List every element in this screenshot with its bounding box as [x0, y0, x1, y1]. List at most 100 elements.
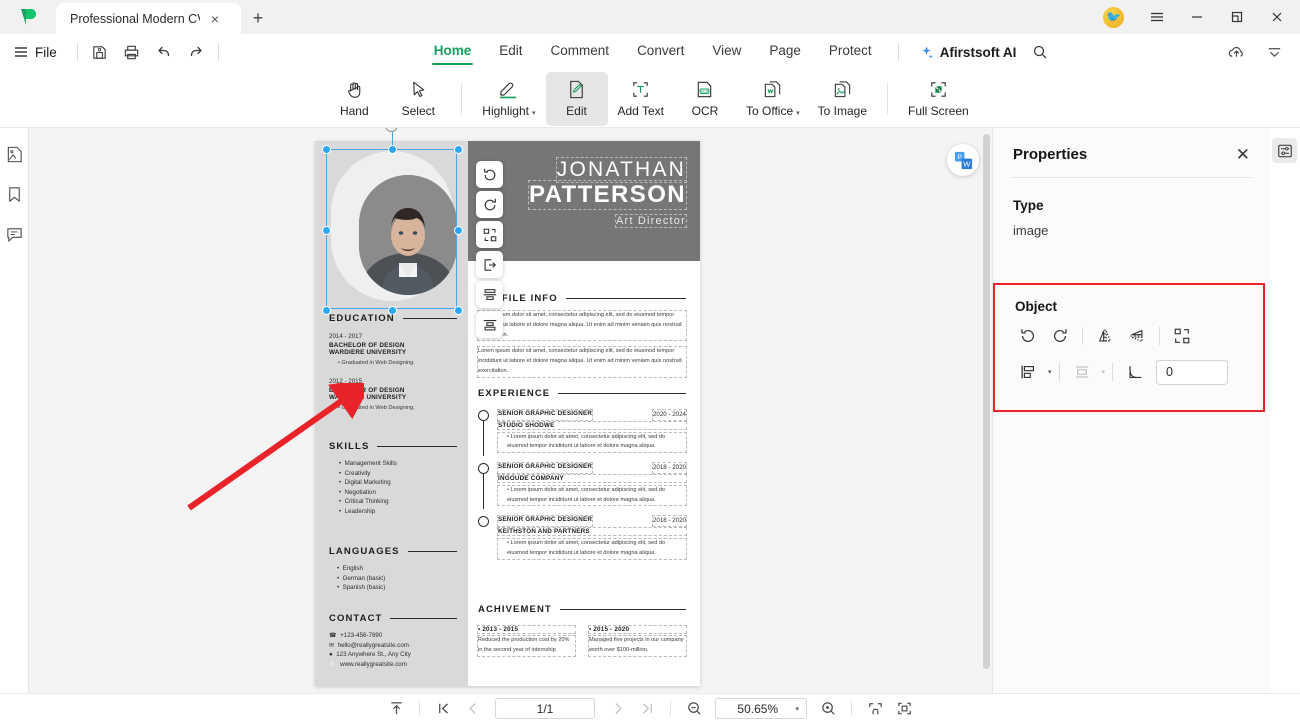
- resize-handle-w[interactable]: [322, 226, 331, 235]
- education-degree[interactable]: BACHELOR OF DESIGN: [329, 387, 457, 394]
- achievement-years[interactable]: • 2013 - 2015: [477, 625, 576, 634]
- close-icon[interactable]: ×: [206, 10, 224, 28]
- zoom-level-select[interactable]: 50.65% ▾: [715, 698, 807, 719]
- minimize-icon[interactable]: [1178, 2, 1216, 32]
- avatar[interactable]: 🐦: [1103, 6, 1124, 28]
- document-tab[interactable]: Professional Modern CV... ×: [56, 3, 241, 34]
- experience-years[interactable]: 2020 - 2024: [651, 409, 688, 421]
- convert-to-word-badge[interactable]: P W: [947, 144, 979, 176]
- prev-page-icon[interactable]: [459, 697, 485, 721]
- education-degree[interactable]: BACHELOR OF DESIGN: [329, 342, 457, 349]
- document-canvas[interactable]: JONATHAN PATTERSON Art Director EDUCATIO…: [29, 128, 992, 693]
- contact-website[interactable]: ⚪ www.reallygreatsite.com: [329, 660, 457, 670]
- chevron-down-icon[interactable]: ▾: [795, 705, 799, 713]
- zoom-in-icon[interactable]: [815, 697, 841, 721]
- next-page-icon[interactable]: [605, 697, 631, 721]
- cv-education-title[interactable]: EDUCATION: [329, 313, 395, 324]
- resize-handle-n[interactable]: [388, 145, 397, 154]
- flip-vertical-icon[interactable]: [1122, 322, 1152, 350]
- list-item[interactable]: • Leadership: [339, 507, 457, 517]
- fit-page-icon[interactable]: [891, 697, 917, 721]
- experience-role[interactable]: SENIOR GRAPHIC DESIGNER: [496, 409, 594, 421]
- rotate-left-icon[interactable]: [476, 161, 503, 188]
- undo-icon[interactable]: [148, 37, 180, 67]
- chevron-down-icon[interactable]: ▾: [796, 110, 800, 117]
- rotate-right-icon[interactable]: [476, 191, 503, 218]
- cv-skills-title[interactable]: SKILLS: [329, 441, 369, 452]
- achievement-text[interactable]: Reduced the production cost by 20% in th…: [477, 635, 576, 657]
- properties-panel-toggle[interactable]: [1272, 138, 1297, 163]
- rotate-right-icon[interactable]: [1045, 322, 1075, 350]
- contact-email[interactable]: ✉ hello@reallygreatsite.com: [329, 641, 457, 651]
- education-school[interactable]: WARDIERE UNIVERSITY: [329, 394, 457, 401]
- experience-years[interactable]: 2018 - 2020: [651, 515, 688, 527]
- list-item[interactable]: • Management Skills: [339, 459, 457, 469]
- file-menu-button[interactable]: File: [0, 45, 71, 60]
- fit-width-icon[interactable]: [862, 697, 888, 721]
- comment-icon[interactable]: [2, 222, 26, 246]
- experience-bullet[interactable]: • Lorem ipsum dolor sit amet, consectetu…: [497, 431, 687, 454]
- contact-address[interactable]: ● 123 Anywhere St., Any City: [329, 650, 457, 660]
- profile-paragraph[interactable]: Lorem ipsum dolor sit amet, consectetur …: [477, 309, 687, 342]
- tool-select[interactable]: Select: [387, 72, 449, 126]
- education-years[interactable]: 2012 - 2015: [329, 377, 457, 387]
- hamburger-menu-icon[interactable]: [1138, 2, 1176, 32]
- tab-view[interactable]: View: [698, 37, 755, 67]
- extract-icon[interactable]: [476, 251, 503, 278]
- fit-top-icon[interactable]: [383, 697, 409, 721]
- bookmark-icon[interactable]: [2, 182, 26, 206]
- close-icon[interactable]: ✕: [1236, 146, 1250, 163]
- education-note[interactable]: • Graduated in Web Designing.: [329, 404, 457, 414]
- new-tab-button[interactable]: +: [241, 3, 275, 34]
- align-center-icon[interactable]: [476, 281, 503, 308]
- list-item[interactable]: • English: [337, 564, 457, 574]
- list-item[interactable]: • Digital Marketing: [339, 478, 457, 488]
- tool-to-image[interactable]: To Image: [810, 72, 875, 126]
- experience-company[interactable]: STUDIO SHODWE: [497, 420, 687, 430]
- resize-handle-ne[interactable]: [454, 145, 463, 154]
- tool-highlight[interactable]: Highlight ▾: [474, 72, 543, 126]
- save-icon[interactable]: [84, 37, 116, 67]
- first-page-icon[interactable]: [430, 697, 456, 721]
- achievement-text[interactable]: Managed five projects in our company wor…: [588, 635, 687, 657]
- tool-full-screen[interactable]: Full Screen: [900, 72, 977, 126]
- image-selection-box[interactable]: [322, 128, 463, 315]
- redo-icon[interactable]: [180, 37, 212, 67]
- list-item[interactable]: • Spanish (basic): [337, 583, 457, 593]
- align-left-icon[interactable]: [1013, 358, 1043, 386]
- search-icon[interactable]: [1024, 37, 1056, 67]
- last-page-icon[interactable]: [634, 697, 660, 721]
- tab-comment[interactable]: Comment: [537, 37, 624, 67]
- chevron-down-icon[interactable]: ▾: [1048, 368, 1052, 376]
- experience-company[interactable]: INGOUDE COMPANY: [497, 473, 687, 483]
- experience-company[interactable]: KEITHSTON AND PARTNERS: [497, 526, 687, 536]
- cv-role[interactable]: Art Director: [614, 214, 688, 228]
- resize-handle-nw[interactable]: [322, 145, 331, 154]
- window-close-icon[interactable]: [1258, 2, 1296, 32]
- maximize-icon[interactable]: [1218, 2, 1256, 32]
- tool-hand[interactable]: Hand: [323, 72, 385, 126]
- tab-home[interactable]: Home: [420, 37, 486, 67]
- tool-edit[interactable]: Edit: [545, 71, 608, 126]
- rotation-handle[interactable]: [385, 128, 398, 132]
- education-school[interactable]: WARDIERE UNIVERSITY: [329, 349, 457, 356]
- profile-paragraph[interactable]: Lorem ipsum dolor sit amet, consectetur …: [477, 346, 687, 378]
- arrange-icon[interactable]: [476, 221, 503, 248]
- print-icon[interactable]: [116, 37, 148, 67]
- cv-achievement-title[interactable]: ACHIVEMENT: [478, 604, 552, 615]
- tab-page[interactable]: Page: [755, 37, 815, 67]
- cv-first-name[interactable]: JONATHAN: [555, 157, 688, 183]
- cv-contact-title[interactable]: CONTACT: [329, 613, 382, 624]
- cv-experience-title[interactable]: EXPERIENCE: [478, 388, 550, 399]
- resize-handle-e[interactable]: [454, 226, 463, 235]
- experience-role[interactable]: SENIOR GRAPHIC DESIGNER: [496, 462, 594, 474]
- list-item[interactable]: • German (basic): [337, 574, 457, 584]
- distribute-icon[interactable]: [1067, 358, 1097, 386]
- tab-edit[interactable]: Edit: [485, 37, 536, 67]
- list-item[interactable]: • Critical Thinking: [339, 497, 457, 507]
- rotation-angle-input[interactable]: [1156, 359, 1229, 385]
- list-item[interactable]: • Negotiation: [339, 488, 457, 498]
- tool-ocr[interactable]: OCR OCR: [674, 72, 736, 126]
- cv-last-name[interactable]: PATTERSON: [527, 180, 688, 210]
- experience-bullet[interactable]: • Lorem ipsum dolor sit amet, consectetu…: [497, 537, 687, 560]
